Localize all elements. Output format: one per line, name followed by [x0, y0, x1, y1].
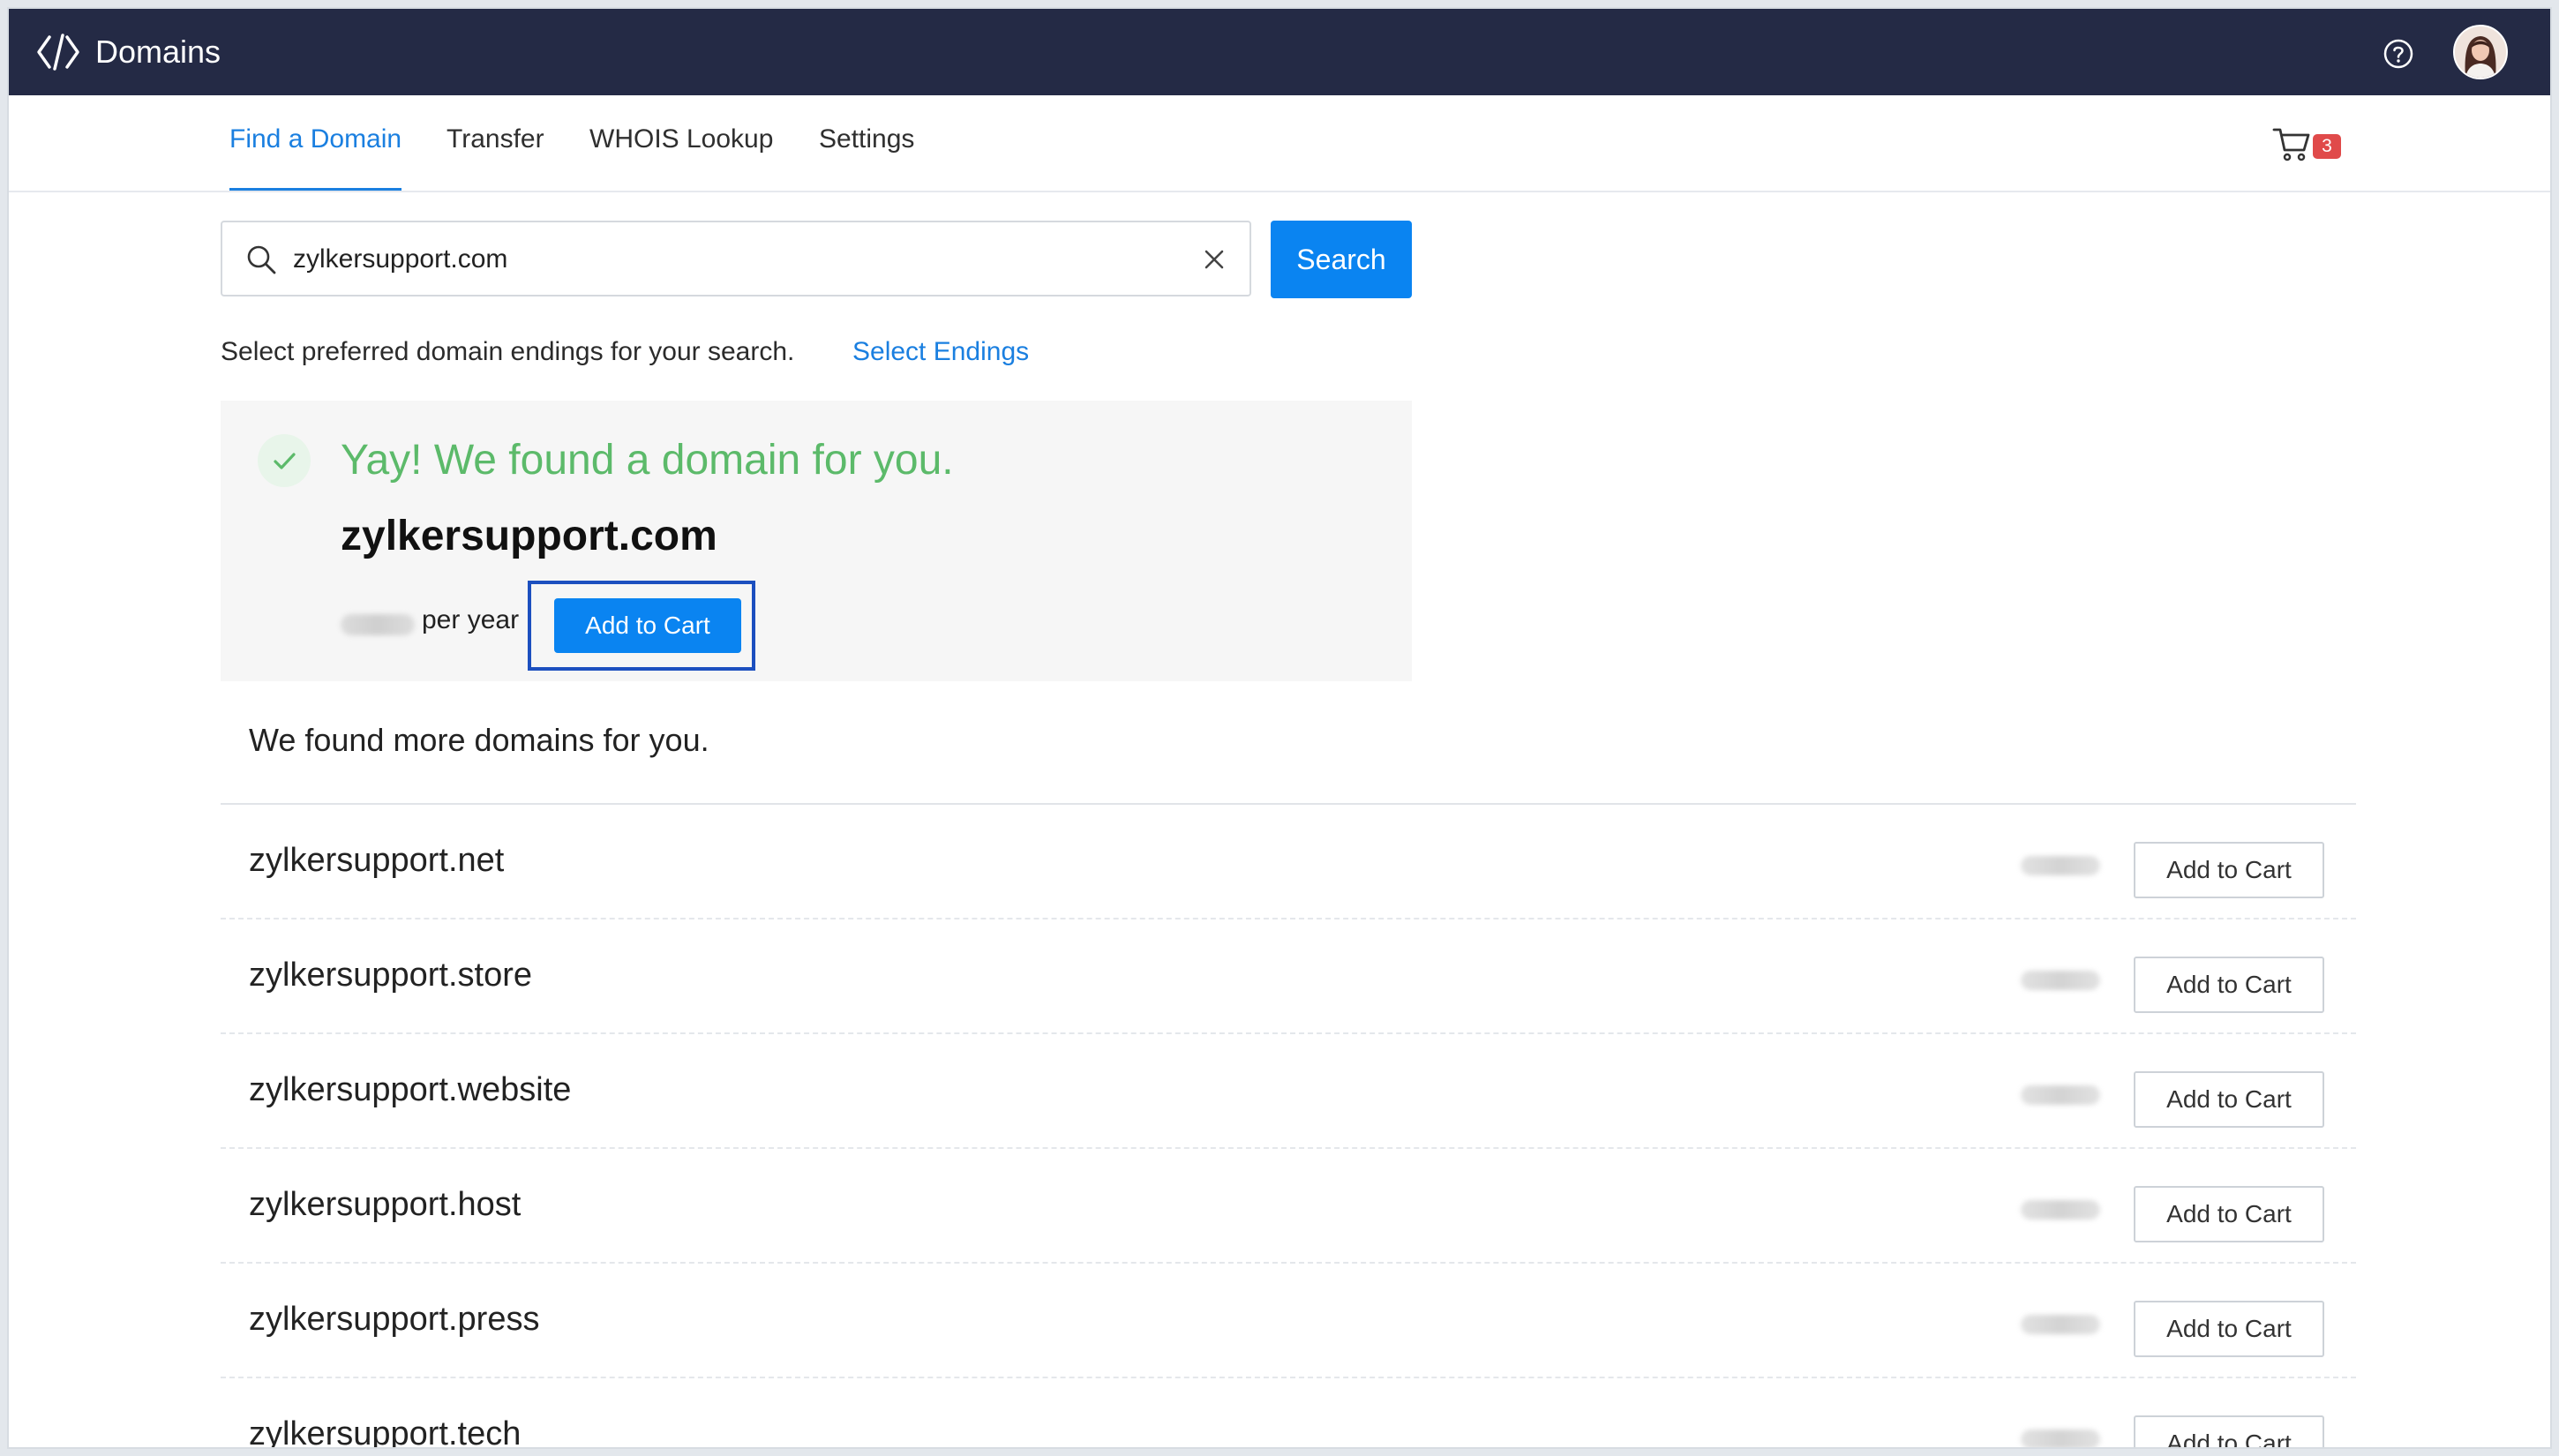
price-redacted [341, 614, 415, 635]
nav-tabs: Find a Domain Transfer WHOIS Lookup Sett… [9, 95, 2550, 192]
add-to-cart-button[interactable]: Add to Cart [2134, 1301, 2324, 1357]
domain-row: zylkersupport.store Add to Cart [221, 919, 2356, 1034]
add-to-cart-button[interactable]: Add to Cart [2134, 1186, 2324, 1242]
found-domain-name: zylkersupport.com [341, 513, 717, 559]
price-redacted [2021, 1200, 2100, 1220]
domain-name: zylkersupport.tech [249, 1415, 522, 1449]
more-domains-title: We found more domains for you. [249, 722, 709, 758]
search-box [221, 221, 1251, 296]
price-redacted [2021, 1315, 2100, 1334]
domain-row: zylkersupport.host Add to Cart [221, 1149, 2356, 1264]
domain-name: zylkersupport.store [249, 957, 533, 994]
price-redacted [2021, 1085, 2100, 1105]
tab-transfer[interactable]: Transfer [447, 95, 544, 191]
add-to-cart-button[interactable]: Add to Cart [2134, 1071, 2324, 1128]
price-redacted [2021, 971, 2100, 990]
close-icon[interactable] [1202, 247, 1227, 272]
app-window: Domains Find a Domain Transfer WHOIS Loo… [7, 7, 2552, 1449]
domain-row: zylkersupport.website Add to Cart [221, 1034, 2356, 1149]
app-header: Domains [9, 9, 2550, 95]
found-headline: Yay! We found a domain for you. [341, 437, 954, 484]
avatar-image [2455, 26, 2506, 78]
help-icon[interactable] [2383, 38, 2414, 70]
select-endings-link[interactable]: Select Endings [852, 337, 1029, 367]
found-domain-panel: Yay! We found a domain for you. zylkersu… [221, 401, 1412, 681]
domain-row: zylkersupport.tech Add to Cart [221, 1378, 2356, 1449]
domain-name: zylkersupport.press [249, 1301, 540, 1338]
domain-name: zylkersupport.net [249, 842, 505, 879]
check-circle-icon [258, 434, 311, 487]
tab-find-a-domain[interactable]: Find a Domain [229, 95, 402, 191]
domain-row: zylkersupport.press Add to Cart [221, 1264, 2356, 1378]
domains-logo-icon [37, 34, 79, 71]
per-year-label: per year [422, 605, 520, 634]
add-to-cart-button[interactable]: Add to Cart [2134, 957, 2324, 1013]
cart-count-badge: 3 [2313, 134, 2341, 159]
search-hint: Select preferred domain endings for your… [221, 337, 795, 366]
cart-icon [2272, 128, 2310, 161]
search-button[interactable]: Search [1271, 221, 1412, 298]
app-title: Domains [95, 34, 221, 70]
price-redacted [2021, 1430, 2100, 1447]
domain-name: zylkersupport.website [249, 1071, 572, 1108]
add-to-cart-primary-button[interactable]: Add to Cart [554, 598, 741, 653]
tab-settings[interactable]: Settings [819, 95, 914, 191]
search-input[interactable] [291, 235, 1177, 284]
domain-row: zylkersupport.net Add to Cart [221, 805, 2356, 919]
add-to-cart-button[interactable]: Add to Cart [2134, 1415, 2324, 1447]
price-redacted [2021, 856, 2100, 875]
tab-whois-lookup[interactable]: WHOIS Lookup [589, 95, 773, 191]
add-to-cart-button[interactable]: Add to Cart [2134, 842, 2324, 898]
search-icon [247, 245, 276, 274]
user-avatar[interactable] [2453, 25, 2508, 79]
domain-name: zylkersupport.host [249, 1186, 522, 1223]
cart-button[interactable]: 3 [2272, 125, 2343, 166]
